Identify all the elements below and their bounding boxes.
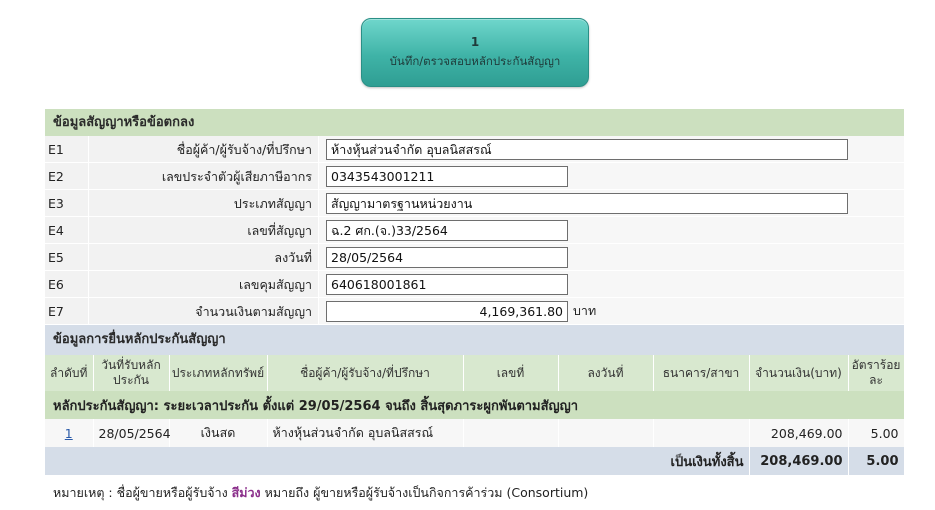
guarantee-section-title: ข้อมูลการยื่นหลักประกันสัญญา (45, 325, 904, 355)
currency-unit: บาท (573, 303, 597, 318)
col-header-type: ประเภทหลักทรัพย์ (169, 355, 268, 391)
field-row-e5: E5 ลงวันที่ 28/05/2564 (45, 244, 904, 271)
field-code: E7 (45, 298, 89, 324)
field-row-e7: E7 จำนวนเงินตามสัญญา 4,169,361.80 บาท (45, 298, 904, 325)
footnote: หมายเหตุ : ชื่อผู้ขายหรือผู้รับจ้าง สีม่… (53, 483, 588, 503)
total-row: เป็นเงินทั้งสิ้น 208,469.00 5.00 (45, 447, 905, 475)
cell-percent: 5.00 (848, 419, 905, 447)
total-amount: 208,469.00 (749, 447, 849, 475)
col-header-number: เลขที่ (463, 355, 559, 391)
field-code: E5 (45, 244, 89, 270)
field-code: E6 (45, 271, 89, 297)
control-number-field[interactable]: 640618001861 (326, 273, 568, 295)
field-label: ชื่อผู้ค้า/ผู้รับจ้าง/ที่ปรึกษา (89, 136, 319, 162)
guarantee-table: ลำดับที่ วันที่รับหลักประกัน ประเภทหลักท… (45, 355, 905, 475)
cell-bank (653, 419, 750, 447)
cell-type: เงินสด (169, 419, 268, 447)
field-label: เลขที่สัญญา (89, 217, 319, 243)
footnote-highlight: สีม่วง (231, 485, 261, 500)
tax-id-field[interactable]: 0343543001211 (326, 165, 568, 187)
field-row-e3: E3 ประเภทสัญญา สัญญามาตรฐานหน่วยงาน (45, 190, 904, 217)
guarantee-period-text: หลักประกันสัญญา: ระยะเวลาประกัน ตั้งแต่ … (45, 391, 904, 419)
field-label: จำนวนเงินตามสัญญา (89, 298, 319, 324)
table-row: 1 28/05/2564 เงินสด ห้างหุ้นส่วนจำกัด อุ… (45, 419, 905, 447)
footnote-suffix: หมายถึง ผู้ขายหรือผู้รับจ้างเป็นกิจการค้… (260, 485, 589, 500)
table-header-row: ลำดับที่ วันที่รับหลักประกัน ประเภทหลักท… (45, 355, 905, 391)
contract-number-field[interactable]: ฉ.2 ศก.(จ.)33/2564 (326, 219, 568, 241)
cell-received-date: 28/05/2564 (93, 419, 171, 447)
contract-section-title: ข้อมูลสัญญาหรือข้อตกลง (45, 109, 904, 136)
field-row-e6: E6 เลขคุมสัญญา 640618001861 (45, 271, 904, 298)
field-row-e4: E4 เลขที่สัญญา ฉ.2 ศก.(จ.)33/2564 (45, 217, 904, 244)
guarantee-period-row: หลักประกันสัญญา: ระยะเวลาประกัน ตั้งแต่ … (45, 391, 904, 419)
field-row-e2: E2 เลขประจำตัวผู้เสียภาษีอากร 0343543001… (45, 163, 904, 190)
field-label: เลขประจำตัวผู้เสียภาษีอากร (89, 163, 319, 189)
contract-amount-field[interactable]: 4,169,361.80 (326, 300, 568, 322)
total-percent: 5.00 (848, 447, 905, 475)
field-label: ลงวันที่ (89, 244, 319, 270)
col-header-received-date: วันที่รับหลักประกัน (93, 355, 170, 391)
step-label: บันทึก/ตรวจสอบหลักประกันสัญญา (389, 53, 561, 68)
field-row-e1: E1 ชื่อผู้ค้า/ผู้รับจ้าง/ที่ปรึกษา ห้างห… (45, 136, 904, 163)
cell-number (463, 419, 559, 447)
main-panel: ข้อมูลสัญญาหรือข้อตกลง E1 ชื่อผู้ค้า/ผู้… (45, 109, 905, 475)
col-header-bank: ธนาคาร/สาขา (653, 355, 750, 391)
contract-type-field[interactable]: สัญญามาตรฐานหน่วยงาน (326, 192, 848, 214)
vendor-name-field[interactable]: ห้างหุ้นส่วนจำกัด อุบลนิสสรณ์ (326, 138, 848, 160)
col-header-date: ลงวันที่ (558, 355, 654, 391)
col-header-percent: อัตราร้อยละ (848, 355, 905, 391)
step-number: 1 (470, 34, 480, 49)
step-1-button[interactable]: 1 บันทึก/ตรวจสอบหลักประกันสัญญา (361, 18, 589, 87)
col-header-vendor: ชื่อผู้ค้า/ผู้รับจ้าง/ที่ปรึกษา (267, 355, 464, 391)
field-label: เลขคุมสัญญา (89, 271, 319, 297)
cell-amount: 208,469.00 (749, 419, 849, 447)
field-code: E1 (45, 136, 89, 162)
contract-date-field[interactable]: 28/05/2564 (326, 246, 568, 268)
field-code: E4 (45, 217, 89, 243)
total-label: เป็นเงินทั้งสิ้น (45, 447, 750, 475)
field-label: ประเภทสัญญา (89, 190, 319, 216)
row-number-link[interactable]: 1 (65, 426, 73, 441)
col-header-no: ลำดับที่ (45, 355, 94, 391)
cell-date (558, 419, 654, 447)
field-code: E3 (45, 190, 89, 216)
col-header-amount: จำนวนเงิน(บาท) (749, 355, 849, 391)
field-code: E2 (45, 163, 89, 189)
cell-vendor: ห้างหุ้นส่วนจำกัด อุบลนิสสรณ์ (267, 419, 464, 447)
footnote-prefix: หมายเหตุ : ชื่อผู้ขายหรือผู้รับจ้าง (53, 485, 232, 500)
